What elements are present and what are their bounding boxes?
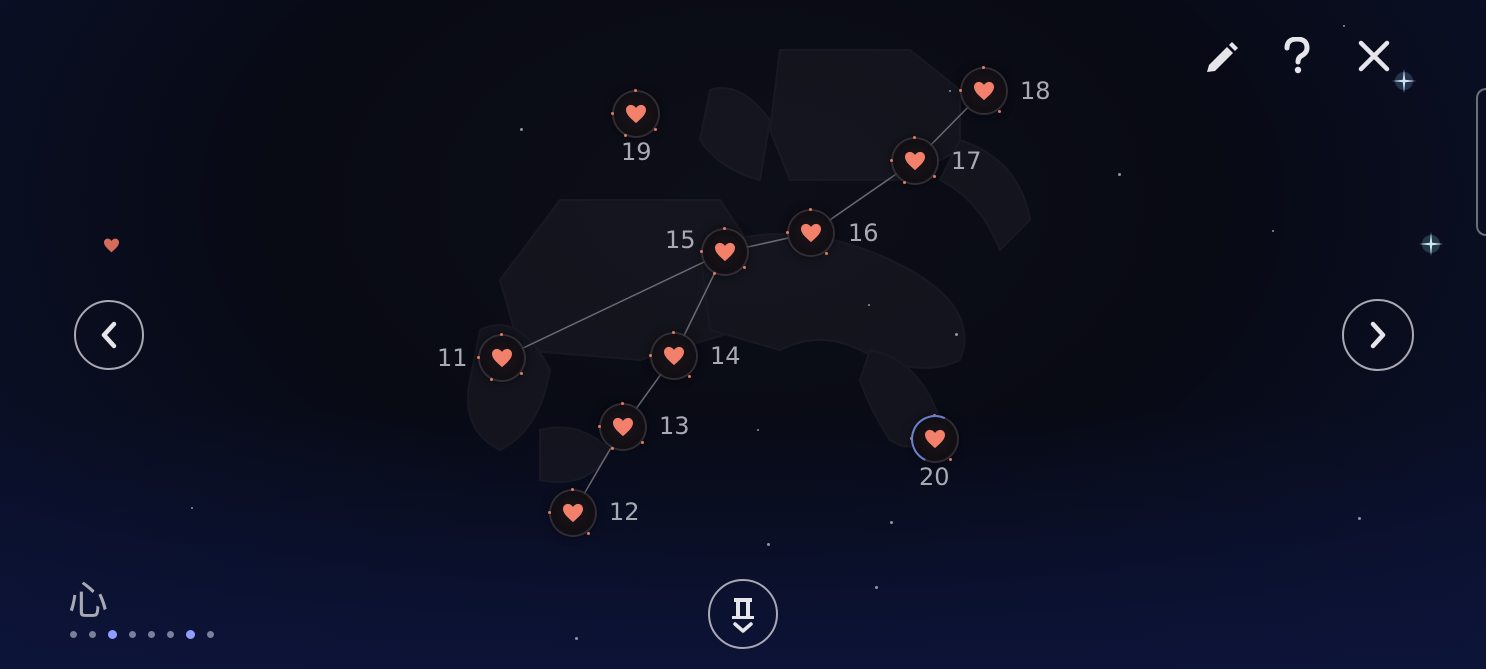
constellation-node-13[interactable] <box>598 402 645 450</box>
node-sparkle-dot <box>809 208 812 211</box>
constellation-node-12[interactable] <box>548 488 595 535</box>
constellation-node-17[interactable] <box>890 136 937 184</box>
page-indicator <box>70 630 214 639</box>
node-sparkle-dot <box>598 425 601 428</box>
node-sparkle-dot <box>654 128 657 131</box>
page-dot <box>108 630 117 639</box>
node-sparkle-dot <box>641 441 644 444</box>
node-sparkle-dot <box>933 175 936 178</box>
heart-icon <box>974 81 994 101</box>
previous-page-button[interactable] <box>74 300 144 370</box>
heart-icon <box>613 417 633 437</box>
node-sparkle-dot <box>587 532 590 535</box>
node-sparkle-dot <box>949 458 952 461</box>
constellation-node-11[interactable] <box>477 333 524 381</box>
page-dot <box>186 630 195 639</box>
heart-icon <box>626 104 646 124</box>
node-sparkle-dot <box>786 231 789 234</box>
constellation-node-16[interactable] <box>786 208 833 255</box>
constellation-node-19[interactable] <box>611 89 658 137</box>
constellation-node-14[interactable] <box>649 331 696 378</box>
node-sparkle-dot <box>520 372 523 375</box>
node-sparkle-dot <box>611 447 614 450</box>
node-label-12: 12 <box>609 498 640 526</box>
heart-icon <box>905 151 925 171</box>
node-sparkle-dot <box>611 112 614 115</box>
gate-down-icon <box>732 598 754 633</box>
node-sparkle-dot <box>490 378 493 381</box>
heart-icon <box>801 223 821 243</box>
page-dot <box>129 631 136 638</box>
node-sparkle-dot <box>624 134 627 137</box>
next-page-button[interactable] <box>1342 299 1414 371</box>
constellation-node-18[interactable] <box>959 66 1006 113</box>
node-sparkle-dot <box>688 375 691 378</box>
node-sparkle-dot <box>621 402 624 405</box>
node-sparkle-dot <box>713 272 716 275</box>
heart-icon <box>664 346 684 366</box>
question-icon[interactable] <box>1280 36 1314 76</box>
node-label-13: 13 <box>659 412 690 440</box>
node-sparkle-dot <box>700 250 703 253</box>
node-label-18: 18 <box>1020 77 1051 105</box>
descend-button[interactable] <box>708 579 778 649</box>
node-sparkle-dot <box>571 488 574 491</box>
node-label-16: 16 <box>848 219 879 247</box>
node-label-17: 17 <box>951 147 982 175</box>
node-sparkle-dot <box>672 331 675 334</box>
node-sparkle-dot <box>903 181 906 184</box>
node-sparkle-dot <box>649 354 652 357</box>
chevron-right-icon <box>1370 321 1386 349</box>
pencil-icon[interactable] <box>1202 38 1240 74</box>
node-label-11: 11 <box>437 344 468 372</box>
node-sparkle-dot <box>723 227 726 230</box>
close-icon[interactable] <box>1356 38 1392 74</box>
node-sparkle-dot <box>982 66 985 69</box>
realm-glyph: 心 <box>68 578 108 624</box>
node-label-15: 15 <box>665 226 696 254</box>
heart-icon <box>492 348 512 368</box>
node-sparkle-dot <box>825 252 828 255</box>
node-label-14: 14 <box>710 342 741 370</box>
node-sparkle-dot <box>998 110 1001 113</box>
node-sparkle-dot <box>634 89 637 92</box>
node-sparkle-dot <box>913 136 916 139</box>
heart-icon <box>715 242 735 262</box>
page-dot <box>70 631 77 638</box>
node-sparkle-dot <box>743 266 746 269</box>
page-dot <box>89 631 96 638</box>
heart-icon <box>563 503 583 523</box>
page-dot <box>167 631 174 638</box>
node-sparkle-dot <box>890 159 893 162</box>
page-dot <box>148 631 155 638</box>
node-sparkle-dot <box>500 333 503 336</box>
node-label-20: 20 <box>919 463 950 491</box>
constellation-node-20[interactable] <box>904 408 966 470</box>
node-label-19: 19 <box>621 138 652 166</box>
constellation-lines <box>501 90 985 514</box>
node-sparkle-dot <box>548 511 551 514</box>
side-drawer-handle[interactable] <box>1476 88 1486 236</box>
constellation-node-15[interactable] <box>700 227 747 275</box>
page-dot <box>207 631 214 638</box>
node-sparkle-dot <box>477 356 480 359</box>
chevron-left-icon <box>101 321 117 349</box>
node-sparkle-dot <box>959 89 962 92</box>
